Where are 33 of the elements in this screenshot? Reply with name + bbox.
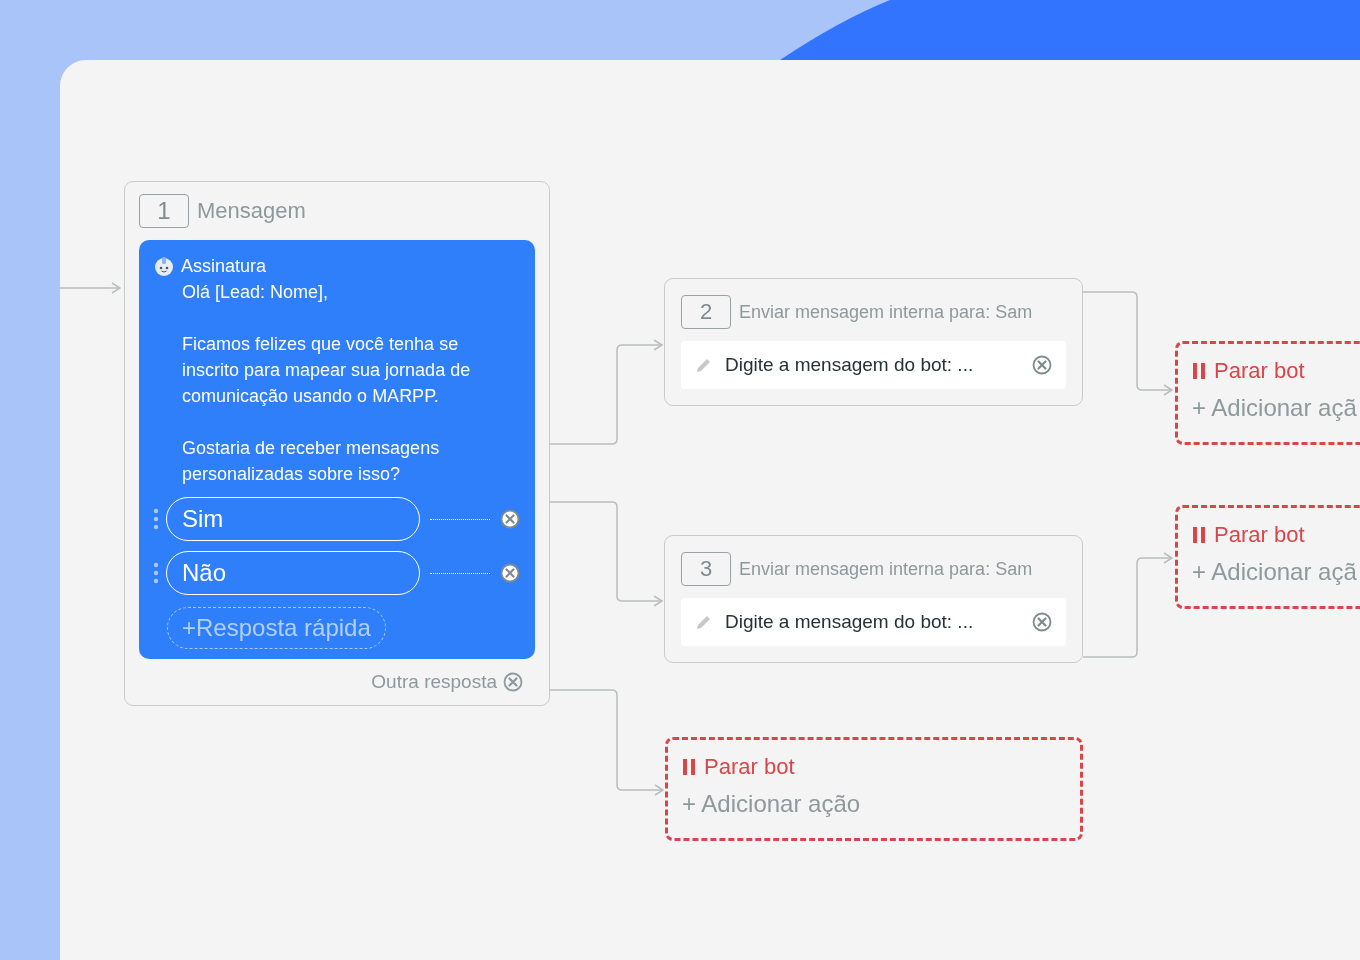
robot-avatar-icon [153, 255, 175, 277]
drag-handle-icon[interactable] [153, 561, 159, 585]
node-title: Enviar mensagem interna para: Sam [739, 558, 1033, 580]
sender-name: Assinatura [181, 255, 267, 278]
message-text: Ficamos felizes que você tenha se inscrito para mapear sua jornada de comunicação usando o MARPP. [182, 333, 472, 408]
stop-bot-label[interactable]: Parar bot [1214, 522, 1305, 548]
other-reply-label: Outra resposta [371, 671, 497, 693]
add-action-button[interactable]: + Adicionar ação [682, 790, 861, 818]
close-icon[interactable] [500, 563, 520, 583]
connector-arrow [60, 282, 121, 294]
node-title: Mensagem [197, 198, 306, 224]
pause-icon [1192, 526, 1206, 544]
close-icon[interactable] [500, 509, 520, 529]
pause-icon [1192, 362, 1206, 380]
message-input-field[interactable]: Digite a mensagem do bot: ... [681, 341, 1066, 389]
message-text: Olá [Lead: Nome], [182, 281, 330, 304]
stop-bot-label[interactable]: Parar bot [704, 754, 795, 780]
message-text: Gostaria de receber mensagens personalizadas sobre isso? [182, 437, 441, 486]
message-input-field[interactable]: Digite a mensagem do bot: ... [681, 598, 1066, 646]
stop-bot-label[interactable]: Parar bot [1214, 358, 1305, 384]
close-icon[interactable] [1032, 355, 1052, 375]
pause-icon [682, 758, 696, 776]
pencil-icon [695, 356, 713, 374]
step-number: 1 [139, 194, 189, 228]
node-title: Enviar mensagem interna para: Sam [739, 301, 1033, 323]
pencil-icon [695, 613, 713, 631]
step-number: 3 [681, 552, 731, 586]
add-action-button[interactable]: + Adicionar açã [1192, 558, 1357, 586]
add-action-button[interactable]: + Adicionar açã [1192, 394, 1357, 422]
close-icon[interactable] [503, 672, 523, 692]
step-number: 2 [681, 295, 731, 329]
close-icon[interactable] [1032, 612, 1052, 632]
drag-handle-icon[interactable] [153, 507, 159, 531]
